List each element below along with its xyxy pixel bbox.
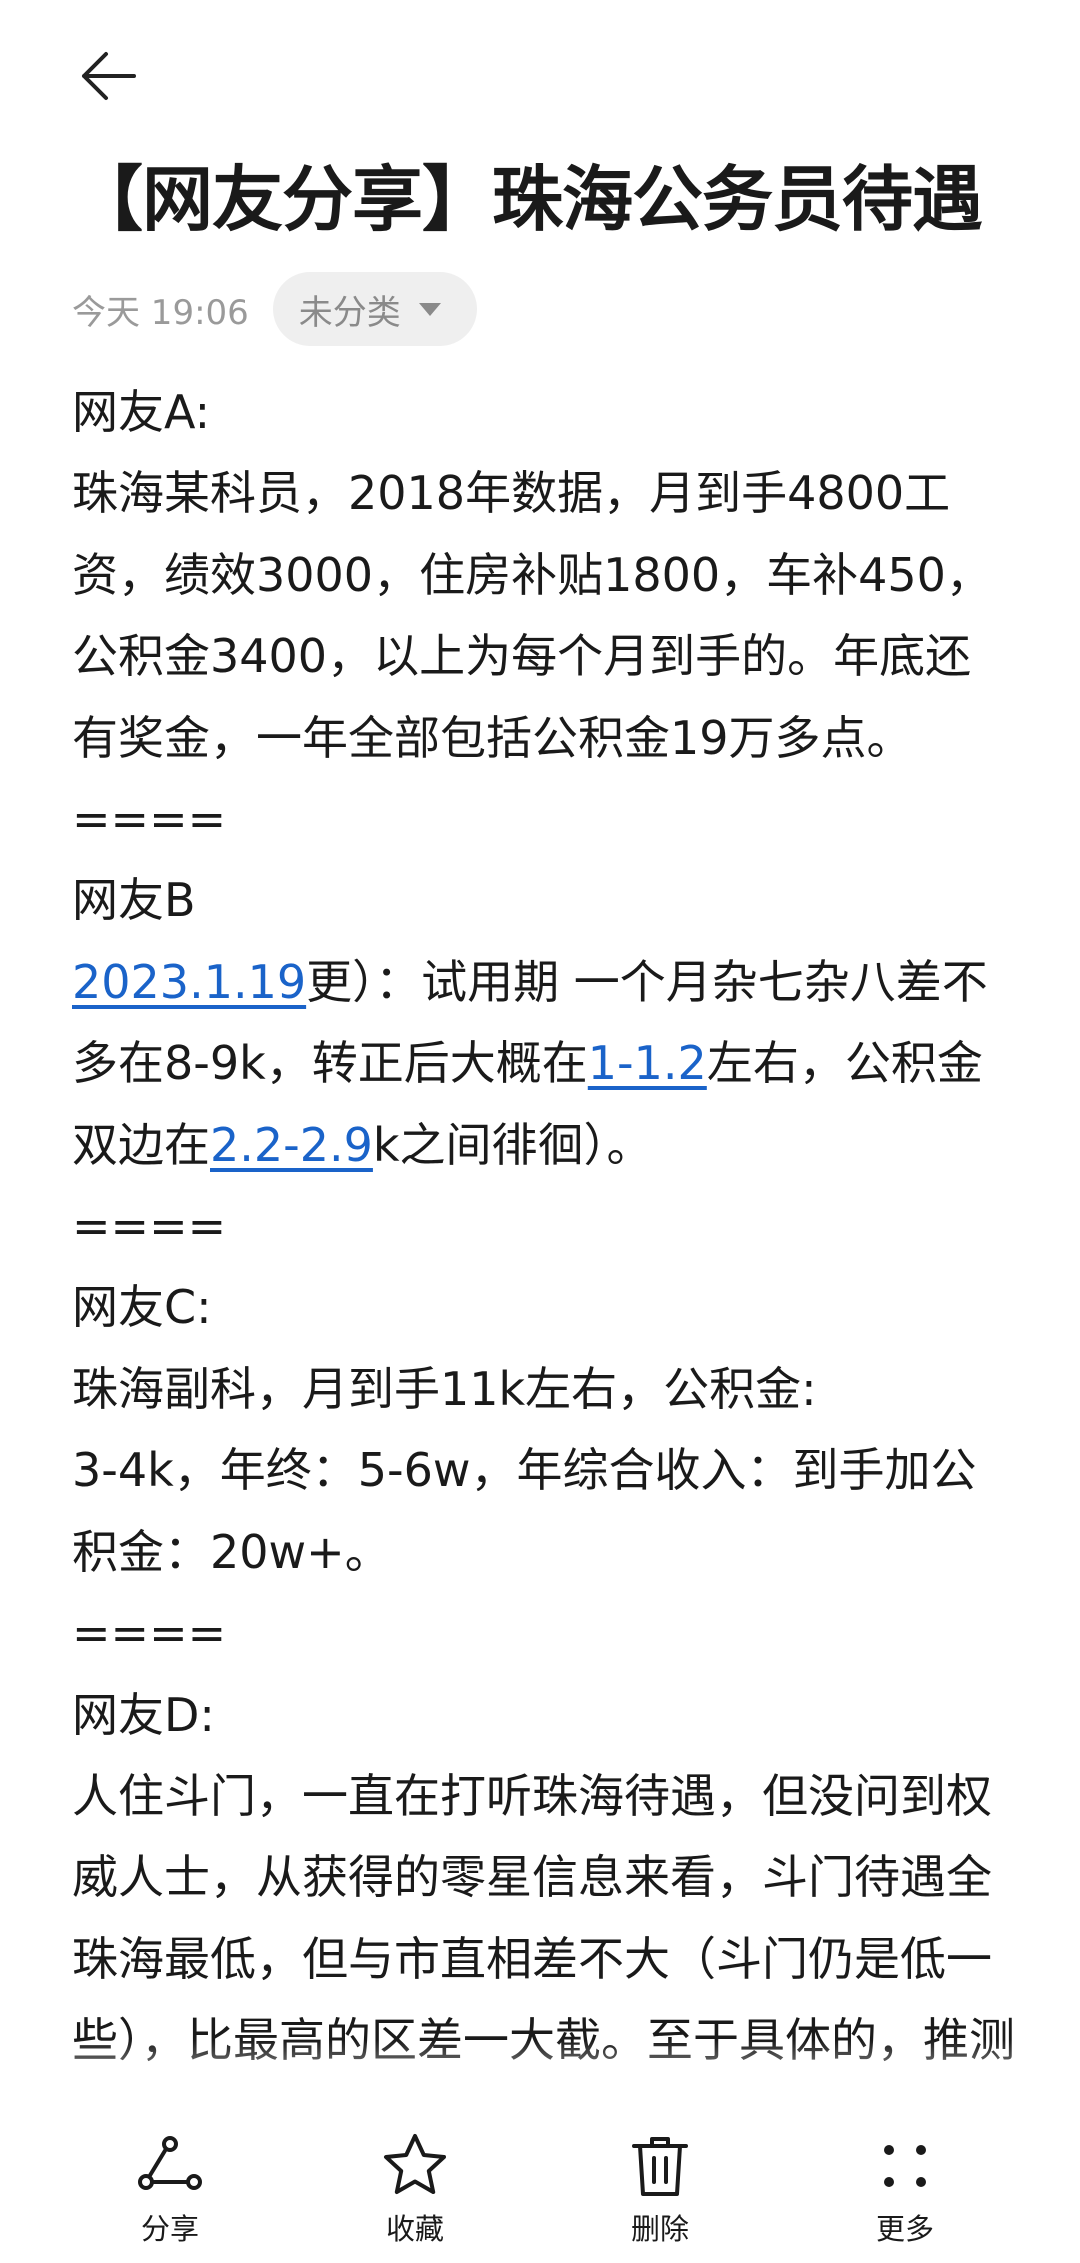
back-button[interactable] [70, 38, 146, 114]
body-paragraph: 2023.1.19更）：试用期 一个月杂七杂八差不多在8-9k，转正后大概在1-… [72, 942, 1016, 1186]
share-button[interactable]: 分享 [100, 2130, 240, 2248]
body-paragraph: 网友D: [72, 1675, 1016, 1756]
body-text: ==== [72, 1606, 227, 1661]
more-button[interactable]: 更多 [835, 2130, 975, 2248]
inline-link[interactable]: 1-1.2 [588, 1036, 707, 1090]
more-label: 更多 [875, 2212, 934, 2246]
body-text: ==== [72, 1199, 227, 1254]
note-meta: 今天 19:06 未分类 [72, 272, 477, 346]
body-paragraph: 网友C: [72, 1267, 1016, 1348]
body-text: k之间徘徊）。 [372, 1117, 653, 1172]
note-body[interactable]: 网友A: 珠海某科员，2018年数据，月到手4800工资，绩效3000，住房补贴1… [72, 372, 1016, 2084]
body-paragraph: ==== [72, 1186, 1016, 1267]
delete-label: 删除 [630, 2212, 689, 2246]
more-icon [884, 2145, 926, 2187]
bottom-toolbar: 分享 收藏 删除 更多 [0, 2110, 1080, 2263]
content-fade [0, 2040, 1080, 2110]
body-text: 网友D: [72, 1687, 215, 1742]
body-paragraph: ==== [72, 779, 1016, 860]
body-text: 珠海副科，月到手11k左右，公积金: [72, 1361, 817, 1416]
body-paragraph: 3-4k，年终：5-6w，年综合收入：到手加公积金：20w+。 [72, 1430, 1016, 1593]
body-paragraph: 珠海副科，月到手11k左右，公积金: [72, 1349, 1016, 1430]
body-paragraph: ==== [72, 1593, 1016, 1674]
inline-link[interactable]: 2.2-2.9 [210, 1118, 373, 1172]
caret-down-icon [418, 302, 441, 316]
body-text: 网友B [72, 873, 196, 928]
share-icon [138, 2136, 202, 2190]
body-paragraph: 珠海某科员，2018年数据，月到手4800工资，绩效3000，住房补贴1800，… [72, 453, 1016, 779]
share-label: 分享 [140, 2212, 199, 2246]
body-text: 网友A: [72, 385, 211, 439]
body-paragraph: 人住斗门，一直在打听珠海待遇，但没问到权威人士，从获得的零星信息来看，斗门待遇全… [72, 1756, 1016, 2084]
star-icon [384, 2134, 446, 2194]
arrow-left-icon [82, 52, 136, 100]
inline-link[interactable]: 2023.1.19 [72, 955, 306, 1009]
category-label: 未分类 [298, 292, 401, 333]
note-title: 【网友分享】珠海公务员待遇 [72, 158, 983, 241]
body-text: 网友C: [72, 1280, 212, 1335]
body-paragraph: 网友A: [72, 372, 1016, 453]
body-text: 3-4k，年终：5-6w，年综合收入：到手加公积金：20w+。 [72, 1443, 977, 1579]
favorite-button[interactable]: 收藏 [345, 2130, 485, 2248]
category-selector[interactable]: 未分类 [272, 272, 477, 346]
body-text: 人住斗门，一直在打听珠海待遇，但没问到权威人士，从获得的零星信息来看，斗门待遇全… [72, 1768, 1015, 2067]
delete-button[interactable]: 删除 [590, 2130, 730, 2248]
trash-icon [632, 2137, 688, 2196]
note-timestamp: 今天 19:06 [72, 292, 249, 333]
body-paragraph: 网友B [72, 860, 1016, 941]
body-text: ==== [72, 792, 227, 847]
favorite-label: 收藏 [385, 2212, 444, 2246]
body-text: 珠海某科员，2018年数据，月到手4800工资，绩效3000，住房补贴1800，… [72, 466, 992, 765]
